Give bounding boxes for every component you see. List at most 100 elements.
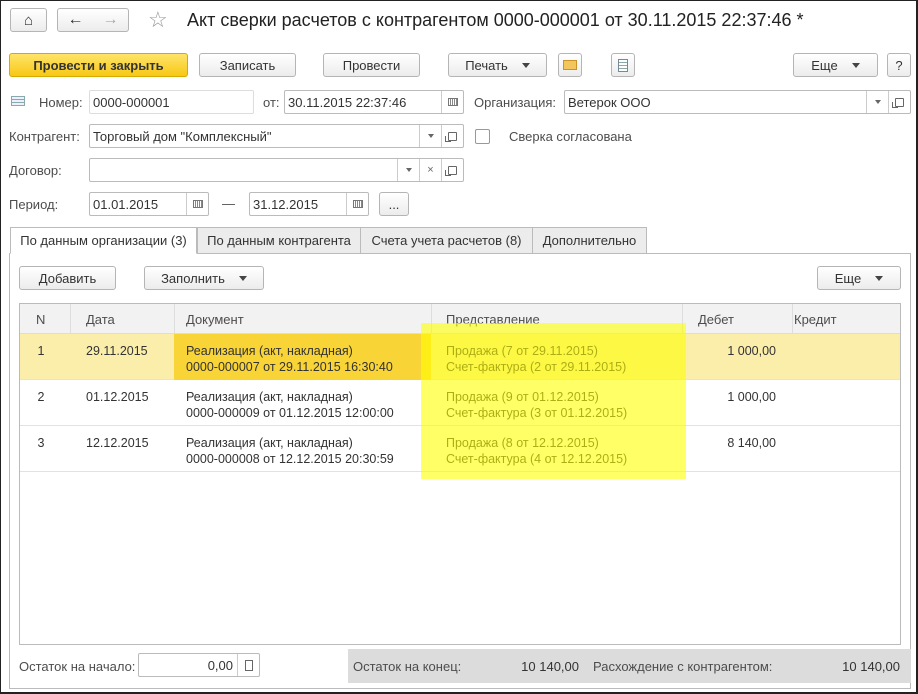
post-and-close-button[interactable]: Провести и закрыть (9, 53, 188, 77)
representation-sale: Продажа (7 от 29.11.2015) (446, 344, 598, 358)
organization-dropdown[interactable] (866, 91, 888, 113)
calendar-icon (447, 98, 458, 106)
envelope-icon (563, 60, 577, 70)
difference-label: Расхождение с контрагентом: (593, 659, 773, 674)
document-list-icon (11, 96, 25, 106)
forward-icon[interactable]: → (103, 11, 119, 29)
reconciliation-table: N Дата Документ Представление Дебет Кред… (19, 303, 901, 645)
tab-counterparty-data[interactable]: По данным контрагента (197, 227, 361, 254)
tab-organization-data[interactable]: По данным организации (3) (10, 227, 197, 254)
representation-invoice: Счет-фактура (4 от 12.12.2015) (446, 452, 628, 466)
open-icon (892, 97, 904, 108)
calculator-button[interactable] (237, 654, 259, 676)
cell-n: 1 (37, 344, 45, 358)
start-balance-field[interactable]: 0,00 (138, 653, 260, 677)
fill-button[interactable]: Заполнить (144, 266, 264, 290)
agreed-checkbox[interactable] (475, 129, 490, 144)
document-type: Реализация (акт, накладная) (186, 436, 353, 450)
home-button[interactable]: ⌂ (10, 8, 47, 32)
table-more-button[interactable]: Еще (817, 266, 901, 290)
home-icon: ⌂ (23, 11, 34, 29)
number-field[interactable]: 0000-000001 (89, 90, 254, 114)
contract-field[interactable]: × (89, 158, 464, 182)
document-window: ⌂ ← → ☆ Акт сверки расчетов с контрагент… (0, 0, 918, 694)
document-number: 0000-000009 от 01.12.2015 12:00:00 (186, 406, 394, 420)
save-button[interactable]: Записать (199, 53, 296, 77)
cell-n: 3 (37, 436, 45, 450)
date-field[interactable]: 30.11.2015 22:37:46 (284, 90, 464, 114)
chevron-down-icon (851, 62, 860, 68)
cell-credit (792, 426, 892, 472)
print-button[interactable]: Печать (448, 53, 547, 77)
cell-representation: Продажа (8 от 12.12.2015) Счет-фактура (4… (446, 426, 627, 472)
dropdown-icon (405, 168, 412, 172)
report-button[interactable] (611, 53, 635, 77)
calculator-icon (244, 659, 253, 671)
period-label: Период: (9, 197, 59, 212)
back-icon[interactable]: ← (68, 11, 84, 29)
calendar-button[interactable] (346, 193, 368, 215)
organization-open[interactable] (888, 91, 910, 113)
period-from-field[interactable]: 01.01.2015 (89, 192, 209, 216)
calendar-icon (192, 200, 203, 208)
difference-value: 10 140,00 (842, 659, 900, 674)
period-from-value: 01.01.2015 (93, 196, 159, 212)
dropdown-icon (427, 134, 434, 138)
agreed-label: Сверка согласована (509, 129, 632, 144)
col-credit[interactable]: Кредит (794, 304, 837, 334)
calendar-button[interactable] (441, 91, 463, 113)
table-row[interactable]: 1 29.11.2015 Реализация (акт, накладная) 00… (20, 334, 900, 380)
email-button[interactable] (558, 53, 582, 77)
col-document[interactable]: Документ (186, 304, 244, 334)
table-row[interactable]: 2 01.12.2015 Реализация (акт, накладная) 00… (20, 380, 900, 426)
representation-invoice: Счет-фактура (2 от 29.11.2015) (446, 360, 627, 374)
favorite-star-icon[interactable]: ☆ (148, 7, 168, 33)
table-more-label: Еще (834, 270, 862, 286)
cell-date: 29.11.2015 (86, 344, 148, 358)
cell-credit (792, 380, 892, 426)
cell-debit: 1 000,00 (727, 344, 776, 358)
date-label: от: (263, 95, 280, 110)
counterparty-dropdown[interactable] (419, 125, 441, 147)
organization-field[interactable]: Ветерок ООО (564, 90, 911, 114)
start-balance-label: Остаток на начало: (19, 659, 136, 674)
col-n[interactable]: N (36, 304, 45, 334)
cell-representation: Продажа (7 от 29.11.2015) Счет-фактура (2… (446, 334, 626, 380)
chevron-down-icon (875, 275, 884, 281)
calendar-button[interactable] (186, 193, 208, 215)
counterparty-open[interactable] (441, 125, 463, 147)
counterparty-value: Торговый дом "Комплексный" (93, 128, 272, 144)
document-type: Реализация (акт, накладная) (186, 390, 353, 404)
counterparty-field[interactable]: Торговый дом "Комплексный" (89, 124, 464, 148)
add-button[interactable]: Добавить (19, 266, 116, 290)
organization-label: Организация: (474, 95, 557, 110)
calendar-icon (352, 200, 363, 208)
cell-document: Реализация (акт, накладная) 0000-000008 о… (174, 426, 431, 472)
contract-label: Договор: (9, 163, 62, 178)
contract-open[interactable] (441, 159, 463, 181)
tab-accounts[interactable]: Счета учета расчетов (8) (360, 227, 533, 254)
period-to-field[interactable]: 31.12.2015 (249, 192, 369, 216)
cell-debit: 8 140,00 (727, 436, 776, 450)
print-label: Печать (465, 57, 508, 73)
post-button[interactable]: Провести (323, 53, 420, 77)
more-button[interactable]: Еще (793, 53, 878, 77)
cell-date: 12.12.2015 (86, 436, 149, 450)
period-select-button[interactable]: ... (379, 192, 409, 216)
representation-sale: Продажа (8 от 12.12.2015) (446, 436, 599, 450)
col-representation[interactable]: Представление (446, 304, 540, 334)
contract-dropdown[interactable] (397, 159, 419, 181)
clear-icon[interactable]: × (419, 159, 441, 181)
help-button[interactable]: ? (887, 53, 911, 77)
period-dash: — (222, 196, 235, 211)
document-icon (618, 58, 628, 72)
cell-debit: 1 000,00 (727, 390, 776, 404)
document-number: 0000-000008 от 12.12.2015 20:30:59 (186, 452, 394, 466)
counterparty-label: Контрагент: (9, 129, 80, 144)
date-value: 30.11.2015 22:37:46 (288, 94, 407, 110)
col-date[interactable]: Дата (86, 304, 115, 334)
table-row[interactable]: 3 12.12.2015 Реализация (акт, накладная) 00… (20, 426, 900, 472)
tab-additional[interactable]: Дополнительно (532, 227, 647, 254)
organization-value: Ветерок ООО (568, 94, 651, 110)
col-debit[interactable]: Дебет (698, 304, 734, 334)
